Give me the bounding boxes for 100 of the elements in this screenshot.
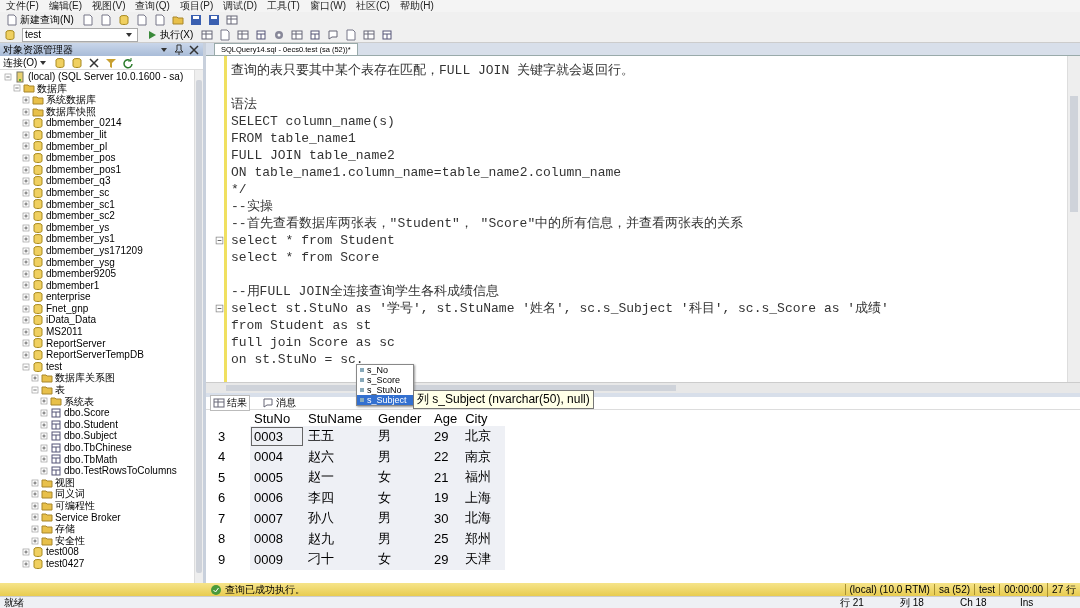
expand-toggle[interactable] xyxy=(31,501,39,510)
tree-item[interactable]: dbmember_lit xyxy=(46,128,107,141)
database-icon[interactable] xyxy=(4,28,16,41)
collapse-toggle[interactable] xyxy=(4,72,12,81)
database-icon[interactable] xyxy=(117,13,130,26)
expand-toggle[interactable] xyxy=(22,281,30,290)
expand-toggle[interactable] xyxy=(22,188,30,197)
expand-toggle[interactable] xyxy=(22,304,30,313)
tree-item[interactable]: test xyxy=(46,360,63,373)
expand-toggle[interactable] xyxy=(22,211,30,220)
comment-icon[interactable] xyxy=(327,28,340,41)
tree-item[interactable]: dbo.TestRowsToColumns xyxy=(64,465,177,477)
expand-toggle[interactable] xyxy=(22,107,30,116)
expand-toggle[interactable] xyxy=(40,420,48,429)
tree-item[interactable]: dbmember_sc1 xyxy=(46,198,115,211)
expand-toggle[interactable] xyxy=(31,490,39,499)
autocomplete-item[interactable]: s_No xyxy=(357,365,413,375)
save-icon[interactable] xyxy=(207,13,220,26)
tree-item[interactable]: 视图 xyxy=(55,476,75,489)
menu-item[interactable]: 项目(P) xyxy=(179,0,214,13)
expand-toggle[interactable] xyxy=(22,96,30,104)
expand-toggle[interactable] xyxy=(40,409,48,417)
menu-item[interactable]: 窗口(W) xyxy=(309,0,347,13)
expand-toggle[interactable] xyxy=(22,165,30,174)
tree-item[interactable]: (local) (SQL Server 10.0.1600 - sa) xyxy=(28,71,184,83)
fold-toggle[interactable] xyxy=(215,304,224,313)
menu-item[interactable]: 工具(T) xyxy=(267,0,300,13)
result-tab[interactable]: 消息 xyxy=(260,396,298,410)
expand-toggle[interactable] xyxy=(22,177,30,186)
tree-item[interactable]: ReportServer xyxy=(46,337,106,350)
tree-item[interactable]: dbo.TbMath xyxy=(64,453,118,466)
tree-item[interactable]: 系统数据库 xyxy=(46,94,96,106)
expand-toggle[interactable] xyxy=(40,455,48,464)
expand-toggle[interactable] xyxy=(22,339,30,348)
tree-item[interactable]: dbmember_ys171209 xyxy=(46,244,143,257)
scrollbar[interactable] xyxy=(194,70,203,583)
scrollbar[interactable] xyxy=(1067,56,1080,382)
tree-item[interactable]: ReportServerTempDB xyxy=(46,349,144,361)
expand-toggle[interactable] xyxy=(22,246,30,255)
tree-item[interactable]: iData_Data xyxy=(46,314,97,327)
menu-item[interactable]: 调试(D) xyxy=(223,0,258,13)
grid-icon[interactable] xyxy=(237,28,250,41)
expand-toggle[interactable] xyxy=(31,478,39,487)
execute-button[interactable]: 执行(X) xyxy=(144,27,196,42)
fold-toggle[interactable] xyxy=(215,236,224,245)
tree-item[interactable]: 数据库 xyxy=(37,82,67,95)
expand-toggle[interactable] xyxy=(22,269,30,278)
tree-item[interactable]: 表 xyxy=(55,384,65,396)
menu-item[interactable]: 社区(C) xyxy=(356,0,390,13)
expand-toggle[interactable] xyxy=(31,536,39,545)
tree-item[interactable]: 存储 xyxy=(55,523,75,535)
tree-item[interactable]: 可编程性 xyxy=(55,499,95,512)
tree-item[interactable]: dbmember_sc xyxy=(46,186,110,199)
document-icon[interactable] xyxy=(219,28,232,41)
collapse-toggle[interactable] xyxy=(22,362,30,371)
tree-item[interactable]: test008 xyxy=(46,546,79,558)
tree-item[interactable]: 数据库快照 xyxy=(46,105,96,118)
expand-toggle[interactable] xyxy=(31,374,39,383)
expand-toggle[interactable] xyxy=(22,327,30,336)
result-tab[interactable]: 结果 xyxy=(210,395,250,411)
tree-item[interactable]: dbo.Score xyxy=(64,407,110,419)
expand-toggle[interactable] xyxy=(22,258,30,267)
tree-item[interactable]: dbo.TbChinese xyxy=(64,442,132,454)
expand-toggle[interactable] xyxy=(22,119,30,128)
refresh-icon[interactable] xyxy=(122,56,135,69)
tree-item[interactable]: dbmember9205 xyxy=(46,268,117,280)
tree-item[interactable]: 安全性 xyxy=(55,534,85,547)
close-icon[interactable] xyxy=(188,43,200,56)
tree-item[interactable]: dbmember_ys1 xyxy=(46,233,115,245)
autocomplete-item[interactable]: s_Subject xyxy=(357,395,413,405)
database-icon[interactable] xyxy=(71,56,84,69)
expand-toggle[interactable] xyxy=(22,351,30,360)
tree-item[interactable]: dbmember_0214 xyxy=(46,117,122,129)
expand-toggle[interactable] xyxy=(22,293,30,302)
tree-item[interactable]: dbo.Student xyxy=(64,418,118,431)
pin-icon[interactable] xyxy=(173,43,185,56)
grid-icon[interactable] xyxy=(225,13,238,26)
expand-toggle[interactable] xyxy=(40,397,48,406)
tree-item[interactable]: dbmember_pos1 xyxy=(46,163,122,176)
table-icon[interactable] xyxy=(309,28,322,41)
expand-toggle[interactable] xyxy=(40,467,48,475)
menu-item[interactable]: 文件(F) xyxy=(6,0,39,13)
tree-item[interactable]: dbmember_sc2 xyxy=(46,210,115,222)
tree-item[interactable]: 数据库关系图 xyxy=(55,372,115,385)
tree-item[interactable]: dbmember_ys xyxy=(46,221,110,234)
table-icon[interactable] xyxy=(381,28,394,41)
tree-item[interactable]: dbmember1 xyxy=(46,279,100,292)
expand-toggle[interactable] xyxy=(22,316,30,325)
menu-item[interactable]: 视图(V) xyxy=(92,0,126,13)
autocomplete-item[interactable]: s_Score xyxy=(357,375,413,385)
close-icon[interactable] xyxy=(88,56,101,69)
tree-item[interactable]: dbo.Subject xyxy=(64,430,117,442)
expand-toggle[interactable] xyxy=(40,443,48,452)
tree-item[interactable]: dbmember_q3 xyxy=(46,175,111,187)
tree-item[interactable]: MS2011 xyxy=(46,326,83,338)
expand-toggle[interactable] xyxy=(22,235,30,244)
tree-item[interactable]: test0427 xyxy=(46,557,85,570)
expand-toggle[interactable] xyxy=(22,548,30,557)
tree-item[interactable]: dbmember_ysg xyxy=(46,256,115,269)
connect-button[interactable]: 连接(O) xyxy=(3,55,50,70)
